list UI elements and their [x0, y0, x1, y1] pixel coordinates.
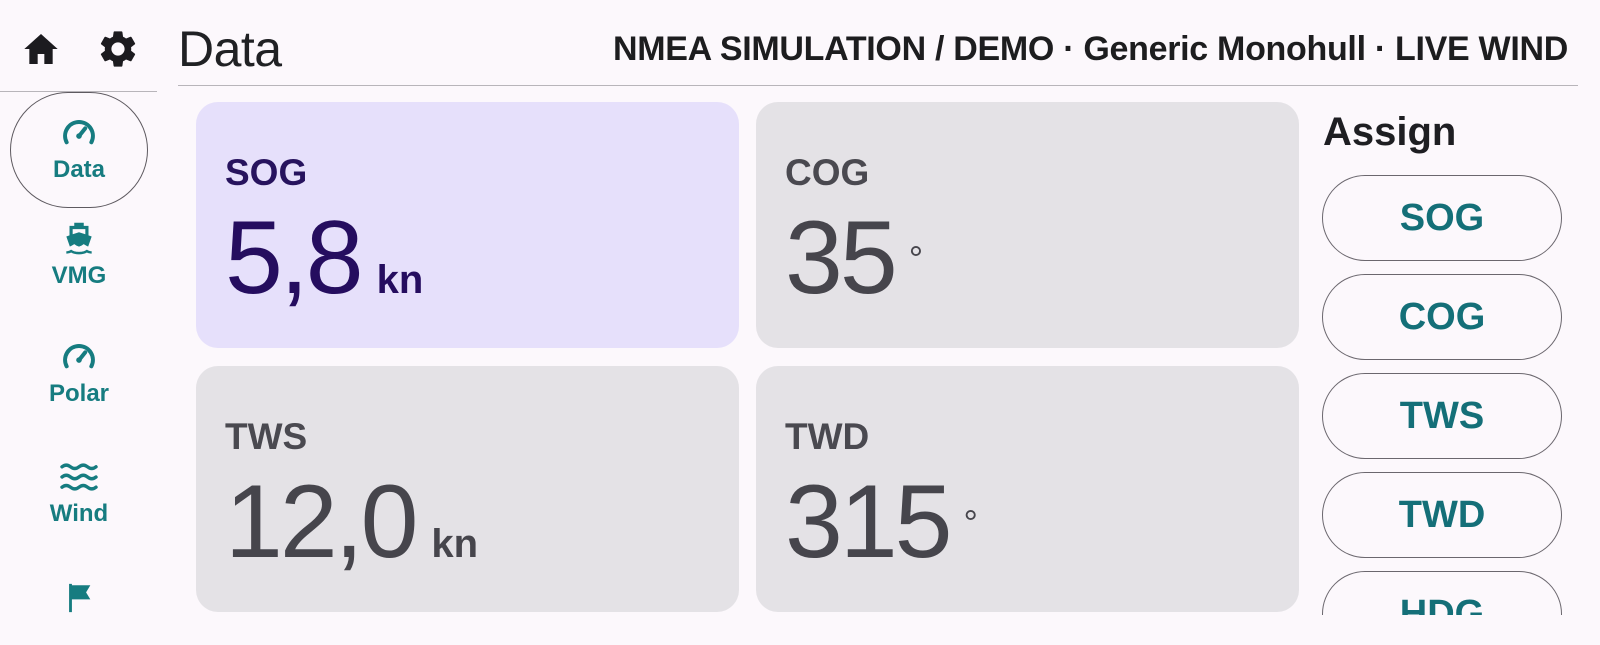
boat-icon — [59, 218, 99, 256]
tile-number: 5,8 — [225, 200, 364, 316]
assign-twd-button[interactable]: TWD — [1322, 472, 1562, 558]
nav-item-data[interactable]: Data — [10, 92, 148, 208]
assign-cog-button[interactable]: COG — [1322, 274, 1562, 360]
tile-label: SOG — [225, 152, 308, 193]
gear-icon[interactable] — [94, 25, 142, 73]
tile-value: 315 ° — [785, 470, 978, 574]
tile-unit: kn — [431, 522, 479, 566]
tile-cog[interactable]: COG 35 ° — [756, 102, 1299, 348]
assign-hdg-button[interactable]: HDG — [1322, 571, 1562, 615]
page-header: Data NMEA SIMULATION / DEMO · Generic Mo… — [178, 0, 1578, 86]
nav-item-vmg[interactable]: VMG — [10, 218, 148, 290]
tile-sog[interactable]: SOG 5,8 kn — [196, 102, 739, 348]
nav-item-flag[interactable] — [10, 580, 148, 616]
app-window: Data VMG Polar Wind Data NMEA SIMULATION… — [0, 0, 1600, 645]
navigation-rail: Data VMG Polar Wind — [0, 92, 157, 645]
connection-status: NMEA SIMULATION / DEMO · Generic Monohul… — [613, 30, 1568, 68]
flag-icon — [62, 580, 96, 616]
tile-label: TWS — [225, 416, 308, 457]
nav-label-wind: Wind — [49, 500, 109, 527]
speedometer-icon — [60, 340, 98, 374]
tile-tws[interactable]: TWS 12,0 kn — [196, 366, 739, 612]
tile-value: 35 ° — [785, 206, 923, 310]
waves-icon — [58, 460, 100, 494]
tile-unit: ° — [963, 502, 978, 543]
nav-label-data: Data — [52, 156, 106, 183]
tile-label: TWD — [785, 416, 870, 457]
nav-item-wind[interactable]: Wind — [10, 460, 148, 528]
tile-value: 5,8 kn — [225, 206, 423, 310]
tile-unit: kn — [376, 258, 424, 302]
tile-number: 315 — [785, 464, 953, 580]
tile-unit: ° — [908, 238, 924, 279]
tile-number: 35 — [785, 200, 898, 316]
tile-twd[interactable]: TWD 315 ° — [756, 366, 1299, 612]
home-icon[interactable] — [17, 25, 65, 73]
tile-number: 12,0 — [225, 464, 418, 580]
speedometer-icon — [60, 116, 98, 150]
assign-list[interactable]: SOG COG TWS TWD HDG — [1322, 173, 1564, 615]
assign-sog-button[interactable]: SOG — [1322, 175, 1562, 261]
assign-title: Assign — [1323, 110, 1457, 154]
page-title: Data — [178, 21, 282, 77]
nav-label-polar: Polar — [48, 380, 110, 407]
tile-value: 12,0 kn — [225, 470, 478, 574]
nav-item-polar[interactable]: Polar — [10, 340, 148, 408]
tile-label: COG — [785, 152, 870, 193]
rail-toolbar — [0, 0, 157, 92]
assign-tws-button[interactable]: TWS — [1322, 373, 1562, 459]
nav-label-vmg: VMG — [51, 262, 107, 289]
